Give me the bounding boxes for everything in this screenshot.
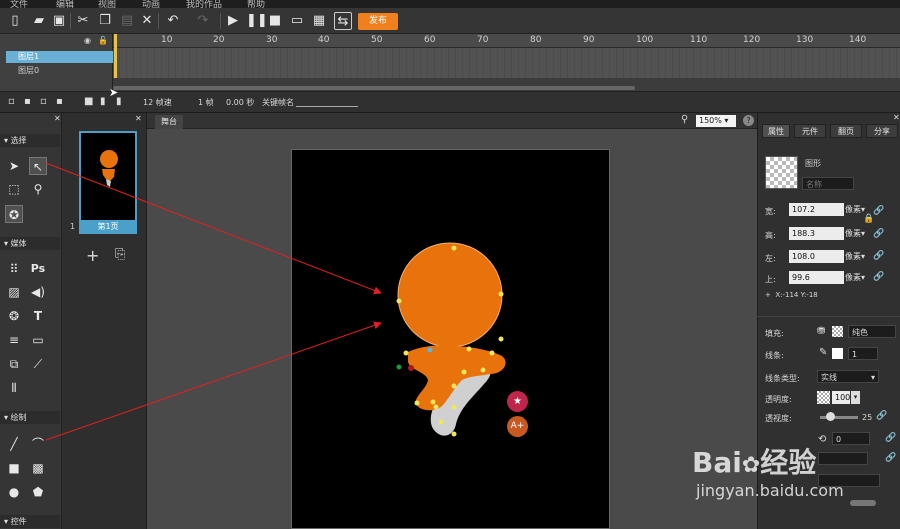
watermark-url: jingyan.baidu.com [696, 481, 844, 500]
watermark-brand: Bai [692, 446, 742, 479]
baidu-watermark: Bai✿经验 jingyan.baidu.com [692, 448, 844, 501]
watermark-brand-cn: 经验 [760, 446, 817, 479]
mouse-cursor-icon: ➤ [109, 86, 119, 99]
paw-icon: ✿ [741, 453, 761, 478]
